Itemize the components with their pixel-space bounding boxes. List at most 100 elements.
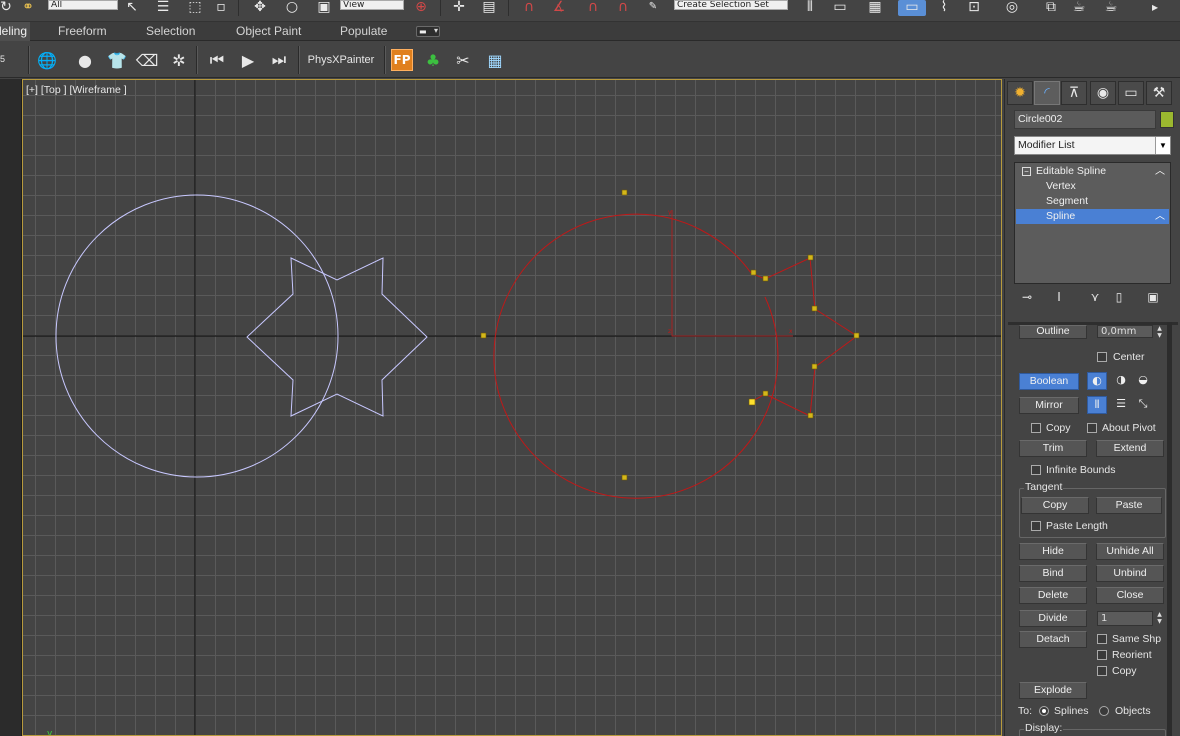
render-setup-icon[interactable]: ⧉ (1040, 0, 1062, 16)
reference-coordinate-dropdown[interactable]: View (340, 0, 404, 10)
simulation-play-icon[interactable]: ▶ (235, 48, 261, 72)
stack-item-segment[interactable]: Segment (1016, 194, 1169, 209)
select-manipulate-icon[interactable]: ✛ (448, 0, 470, 16)
rotate-icon[interactable]: ○ (280, 0, 304, 16)
outline-value-field[interactable]: 0,0mm (1097, 325, 1153, 338)
outline-button[interactable]: Outline (1019, 325, 1087, 339)
make-unique-icon[interactable]: ⋎ (1086, 290, 1104, 306)
select-by-name-icon[interactable]: ☰ (150, 0, 176, 16)
unhide-all-button[interactable]: Unhide All (1096, 543, 1164, 560)
configure-sets-icon[interactable]: ▣ (1144, 290, 1162, 306)
unbind-button[interactable]: Unbind (1096, 565, 1164, 582)
first-vertex-marker[interactable] (748, 398, 756, 406)
angle-snap-icon[interactable]: ∡ (546, 0, 572, 16)
collapse-icon[interactable]: − (1022, 167, 1031, 176)
percent-snap-icon[interactable]: ∩ (580, 0, 606, 16)
command-panel-scrollbar[interactable] (1167, 322, 1172, 736)
tools-icon[interactable]: ✂ (450, 48, 476, 72)
material-editor-icon[interactable]: ◎ (998, 0, 1026, 16)
star-shape[interactable] (246, 257, 428, 417)
paste-length-checkbox[interactable] (1031, 521, 1041, 531)
spreadsheet-icon[interactable]: ▦ (482, 48, 508, 72)
stack-item-editable-spline[interactable]: − Editable Spline ︿ (1016, 164, 1169, 179)
stack-item-vertex[interactable]: Vertex (1016, 179, 1169, 194)
same-shape-checkbox[interactable] (1097, 634, 1107, 644)
hierarchy-tab-icon[interactable]: ⊼ (1061, 81, 1087, 105)
spline-vertices[interactable] (480, 189, 860, 481)
viewport-label[interactable]: [+] [Top ] [Wireframe ] (26, 84, 127, 96)
explode-splines-radio[interactable] (1039, 706, 1049, 716)
schematic-view-icon[interactable]: ⊡ (962, 0, 986, 16)
create-tab-icon[interactable]: ✹ (1007, 81, 1033, 105)
select-object-icon[interactable]: ↖ (122, 0, 142, 16)
vertex-marker[interactable] (750, 269, 757, 276)
toolbar-overflow-icon[interactable]: ▸ (1146, 0, 1164, 16)
vertex-marker[interactable] (807, 412, 814, 419)
pivot-center-icon[interactable]: ⊕ (408, 0, 434, 16)
show-end-result-icon[interactable]: Ι (1050, 290, 1068, 306)
select-link-icon[interactable]: ⚭ (16, 0, 40, 16)
modify-tab-icon[interactable]: ◜ (1034, 81, 1060, 105)
tab-freeform[interactable]: Freeform (58, 22, 107, 41)
union-icon[interactable]: ◐ (1087, 372, 1107, 390)
edit-named-selection-icon[interactable]: ✎ (642, 0, 664, 16)
infinite-bounds-checkbox[interactable] (1031, 465, 1041, 475)
center-checkbox[interactable] (1097, 352, 1107, 362)
keyboard-shortcut-icon[interactable]: ▤ (478, 0, 500, 16)
tab-selection[interactable]: Selection (146, 22, 195, 41)
vertex-marker[interactable] (811, 305, 818, 312)
motion-tab-icon[interactable]: ◉ (1090, 81, 1116, 105)
window-crossing-icon[interactable]: ▫ (212, 0, 230, 16)
spinner-arrows-icon[interactable]: ▲ ▼ (1155, 611, 1164, 626)
display-tab-icon[interactable]: ▭ (1118, 81, 1144, 105)
detach-button[interactable]: Detach (1019, 631, 1087, 648)
stack-item-spline[interactable]: Spline ︿ (1016, 209, 1169, 224)
close-button[interactable]: Close (1096, 587, 1164, 604)
modifier-stack[interactable]: − Editable Spline ︿ Vertex Segment Splin… (1014, 162, 1171, 284)
pin-stack-icon[interactable]: ⊸ (1018, 290, 1036, 306)
vertex-marker[interactable] (811, 363, 818, 370)
explode-objects-radio[interactable] (1099, 706, 1109, 716)
simulation-step-back-icon[interactable]: ⏮ (204, 48, 230, 72)
intersection-icon[interactable]: ◒ (1133, 372, 1153, 390)
tangent-copy-button[interactable]: Copy (1021, 497, 1089, 514)
boolean-button[interactable]: Boolean (1019, 373, 1079, 390)
rectangular-selection-icon[interactable]: ⬚ (182, 0, 208, 16)
shirt-icon[interactable]: 👕 (104, 48, 130, 72)
tab-populate[interactable]: Populate (340, 22, 387, 41)
mirror-both-icon[interactable]: ⤡ (1133, 396, 1153, 414)
toggle-ribbon-icon[interactable]: ▭ (898, 0, 926, 16)
physx-painter-button[interactable]: PhysXPainter (303, 48, 379, 72)
spinner-arrows-icon[interactable]: ▲ ▼ (1155, 325, 1164, 340)
vertex-marker[interactable] (480, 332, 487, 339)
vertex-marker[interactable] (621, 189, 628, 196)
divide-count-field[interactable]: 1 (1097, 611, 1153, 626)
chevron-down-icon[interactable]: ▾ (434, 26, 438, 35)
mirror-copy-checkbox[interactable] (1031, 423, 1041, 433)
mirror-button[interactable]: Mirror (1019, 397, 1079, 414)
boolean-spline-shape[interactable] (493, 213, 858, 499)
object-name-field[interactable]: Circle002 (1014, 110, 1156, 129)
render-production-icon[interactable]: ☕ (1098, 0, 1124, 16)
vertex-marker[interactable] (853, 332, 860, 339)
modifier-list-dropdown[interactable]: Modifier List ▼ (1014, 136, 1171, 155)
mirror-horizontal-icon[interactable]: ⫴ (1087, 396, 1107, 414)
trim-button[interactable]: Trim (1019, 440, 1087, 457)
reorient-checkbox[interactable] (1097, 650, 1107, 660)
selection-filter-dropdown[interactable]: All (48, 0, 118, 10)
tab-object-paint[interactable]: Object Paint (236, 22, 301, 41)
eraser-icon[interactable]: ⌫ (134, 48, 160, 72)
mirror-icon[interactable]: ⫴ (798, 0, 822, 16)
vertex-marker[interactable] (762, 390, 769, 397)
tree-icon[interactable]: ♣ (420, 48, 446, 72)
move-icon[interactable]: ✥ (248, 0, 272, 16)
remove-modifier-icon[interactable]: ▯ (1110, 290, 1128, 306)
vertex-marker[interactable] (621, 474, 628, 481)
layer-explorer-icon[interactable]: ▦ (862, 0, 888, 16)
vertex-marker[interactable] (762, 275, 769, 282)
tab-modeling[interactable]: Modeling (0, 22, 30, 41)
scale-icon[interactable]: ▣ (312, 0, 336, 16)
rendered-frame-icon[interactable]: ☕ (1066, 0, 1092, 16)
object-color-swatch[interactable] (1160, 111, 1174, 128)
sphere-icon[interactable]: ● (72, 48, 98, 72)
